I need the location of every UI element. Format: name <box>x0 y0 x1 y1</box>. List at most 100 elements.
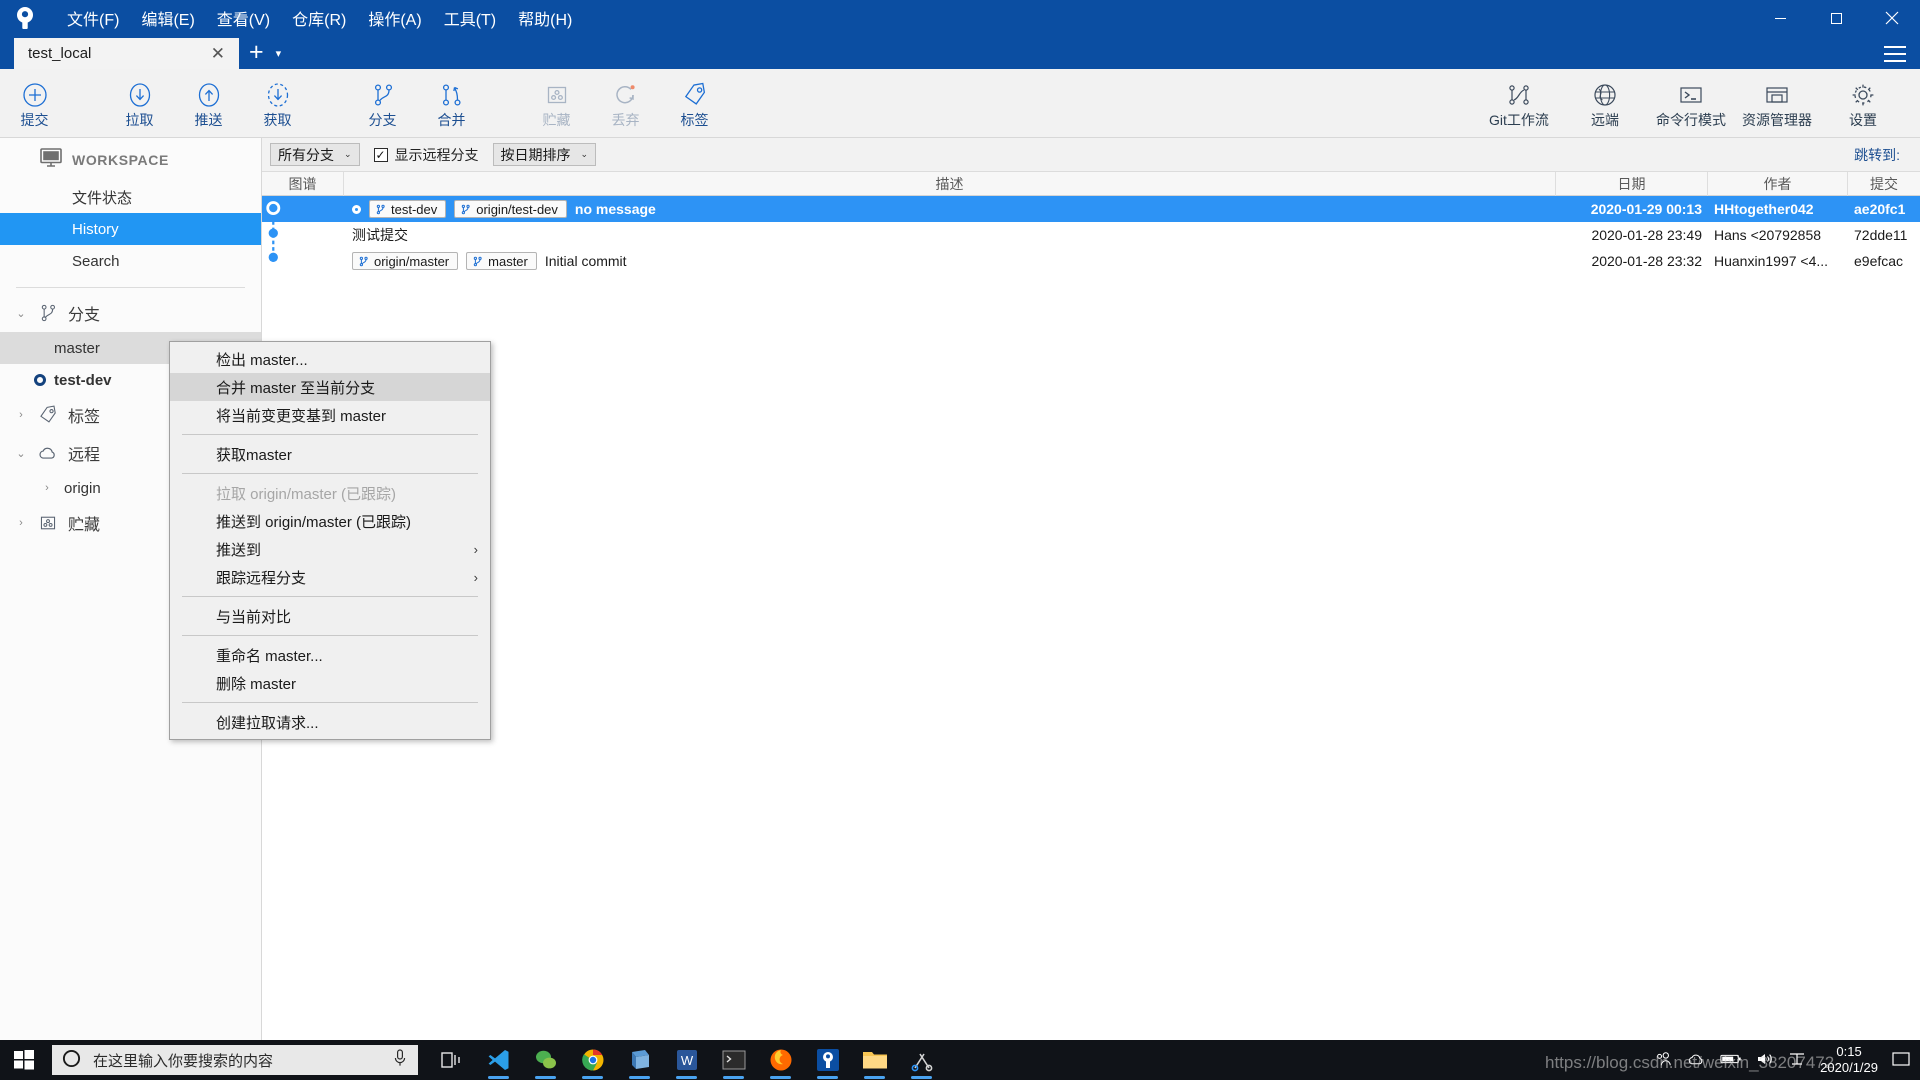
chevron-right-icon[interactable]: › <box>14 409 28 421</box>
tab-test-local[interactable]: test_local ✕ <box>14 38 239 69</box>
context-menu-item-merge[interactable]: 合并 master 至当前分支 <box>170 373 490 401</box>
firefox-icon[interactable] <box>757 1040 804 1080</box>
column-header-description[interactable]: 描述 <box>344 171 1556 196</box>
table-row[interactable]: test-dev origin/test-dev no message 2020… <box>262 196 1920 222</box>
context-menu-item-checkout[interactable]: 检出 master... <box>170 345 490 373</box>
branch-context-menu: 检出 master... 合并 master 至当前分支 将当前变更变基到 ma… <box>169 341 491 740</box>
fetch-button[interactable]: 获取 <box>243 71 312 135</box>
search-placeholder: 在这里输入你要搜索的内容 <box>93 1052 274 1070</box>
new-tab-button[interactable]: + <box>239 40 274 69</box>
sort-order-value: 按日期排序 <box>500 146 571 163</box>
wechat-icon[interactable] <box>522 1040 569 1080</box>
chrome-icon[interactable] <box>569 1040 616 1080</box>
chevron-right-icon[interactable]: › <box>14 517 28 529</box>
tag-button[interactable]: 标签 <box>660 71 729 135</box>
terminal-icon[interactable] <box>710 1040 757 1080</box>
column-header-date[interactable]: 日期 <box>1556 171 1708 196</box>
terminal-button[interactable]: 命令行模式 <box>1648 71 1734 135</box>
taskbar-clock[interactable]: 0:15 2020/1/29 <box>1820 1044 1878 1077</box>
tab-dropdown-caret-icon[interactable]: ▾ <box>274 47 290 69</box>
tag-icon <box>680 80 710 110</box>
column-header-graph[interactable]: 图谱 <box>262 171 344 196</box>
sidebar-item-history[interactable]: History <box>0 213 261 245</box>
chevron-down-icon[interactable]: ⌄ <box>14 447 28 460</box>
column-header-author[interactable]: 作者 <box>1708 171 1848 196</box>
push-label: 推送 <box>194 111 223 128</box>
context-menu-item-delete[interactable]: 删除 master <box>170 669 490 697</box>
context-menu-item-diff-current[interactable]: 与当前对比 <box>170 602 490 630</box>
sidebar-item-search[interactable]: Search <box>0 245 261 277</box>
search-input[interactable]: 在这里输入你要搜索的内容 <box>52 1045 418 1075</box>
ref-chip-remote[interactable]: origin/master <box>352 252 459 270</box>
context-menu-item-push-tracked[interactable]: 推送到 origin/master (已跟踪) <box>170 507 490 535</box>
menu-repository[interactable]: 仓库(R) <box>281 2 357 34</box>
merge-button[interactable]: 合并 <box>417 71 486 135</box>
action-center-icon[interactable] <box>1892 1051 1910 1070</box>
branch-filter-dropdown[interactable]: 所有分支 ⌄ <box>270 143 360 166</box>
context-menu-item-create-pull-request[interactable]: 创建拉取请求... <box>170 708 490 736</box>
vscode-icon[interactable] <box>475 1040 522 1080</box>
ref-chip-remote[interactable]: origin/test-dev <box>454 200 567 218</box>
snipping-tool-icon[interactable] <box>898 1040 945 1080</box>
menu-actions[interactable]: 操作(A) <box>357 2 432 34</box>
section-label: 贮藏 <box>68 517 101 534</box>
commit-message: 测试提交 <box>352 227 408 243</box>
explorer-blue-icon[interactable] <box>616 1040 663 1080</box>
file-explorer-icon[interactable] <box>851 1040 898 1080</box>
context-menu-item-track-remote[interactable]: 跟踪远程分支 › <box>170 563 490 591</box>
menu-file[interactable]: 文件(F) <box>56 2 130 34</box>
tab-close-icon[interactable]: ✕ <box>207 44 229 64</box>
show-remote-branches-checkbox[interactable]: ✓ 显示远程分支 <box>373 145 479 165</box>
minimize-button[interactable] <box>1752 0 1808 36</box>
sidebar-item-file-status[interactable]: 文件状态 <box>0 181 261 213</box>
menu-view[interactable]: 查看(V) <box>206 2 281 34</box>
ref-chip-local[interactable]: master <box>466 252 537 270</box>
maximize-button[interactable] <box>1808 0 1864 36</box>
chevron-down-icon[interactable]: ⌄ <box>14 307 28 320</box>
chevron-right-icon[interactable]: › <box>40 482 54 494</box>
settings-button[interactable]: 设置 <box>1820 71 1906 135</box>
sidebar-section-branches[interactable]: ⌄ 分支 <box>0 294 261 332</box>
context-menu-item-rename[interactable]: 重命名 master... <box>170 641 490 669</box>
battery-icon[interactable] <box>1720 1053 1742 1068</box>
volume-icon[interactable] <box>1756 1052 1774 1069</box>
context-menu-item-push-to[interactable]: 推送到 › <box>170 535 490 563</box>
table-row[interactable]: 测试提交 2020-01-28 23:49 Hans <20792858 72d… <box>262 222 1920 248</box>
branch-label: 分支 <box>368 111 397 128</box>
people-icon[interactable] <box>1655 1051 1673 1070</box>
row-graph-cell <box>262 248 344 274</box>
menu-tools[interactable]: 工具(T) <box>433 2 507 34</box>
menu-edit[interactable]: 编辑(E) <box>130 2 205 34</box>
ime-icon[interactable] <box>1788 1052 1806 1069</box>
context-menu-separator <box>182 434 478 435</box>
task-view-icon[interactable] <box>428 1040 475 1080</box>
row-author-cell: HHtogether042 <box>1714 201 1814 217</box>
windows-start-icon[interactable] <box>0 1040 48 1080</box>
ref-chip-local[interactable]: test-dev <box>369 200 447 218</box>
explorer-button[interactable]: 资源管理器 <box>1734 71 1820 135</box>
context-menu-item-rebase[interactable]: 将当前变更变基到 master <box>170 401 490 429</box>
discard-button[interactable]: 丢弃 <box>591 71 660 135</box>
wps-writer-icon[interactable]: W <box>663 1040 710 1080</box>
stash-button[interactable]: 贮藏 <box>522 71 591 135</box>
table-row[interactable]: origin/master master Initial commit 2020… <box>262 248 1920 274</box>
pull-button[interactable]: 拉取 <box>105 71 174 135</box>
menu-help[interactable]: 帮助(H) <box>507 2 583 34</box>
context-menu-item-fetch[interactable]: 获取master <box>170 440 490 468</box>
title-bar: 文件(F) 编辑(E) 查看(V) 仓库(R) 操作(A) 工具(T) 帮助(H… <box>0 0 1920 36</box>
microphone-icon[interactable] <box>392 1049 408 1071</box>
onedrive-cloud-icon[interactable] <box>1687 1052 1706 1069</box>
gitflow-label: Git工作流 <box>1489 111 1549 128</box>
column-header-commit[interactable]: 提交 <box>1848 172 1920 196</box>
gitflow-button[interactable]: Git工作流 <box>1476 71 1562 135</box>
branch-button[interactable]: 分支 <box>348 71 417 135</box>
push-button[interactable]: 推送 <box>174 71 243 135</box>
sourcetree-icon[interactable] <box>804 1040 851 1080</box>
sourcetree-logo-icon <box>8 0 42 36</box>
close-button[interactable] <box>1864 0 1920 36</box>
commit-button[interactable]: 提交 <box>0 71 69 135</box>
sort-order-dropdown[interactable]: 按日期排序 ⌄ <box>492 143 597 166</box>
remote-button[interactable]: 远端 <box>1562 71 1648 135</box>
hamburger-menu-icon[interactable] <box>1884 46 1906 62</box>
jump-to-label[interactable]: 跳转到: <box>1854 145 1912 165</box>
